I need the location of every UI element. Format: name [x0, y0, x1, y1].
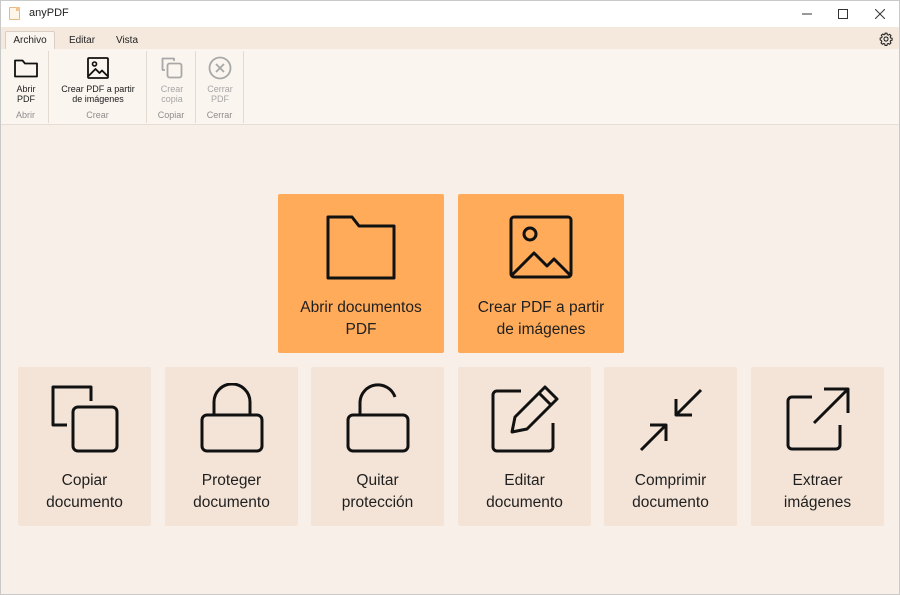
card-label-line1: Comprimir — [634, 472, 707, 489]
card-label-line1: Abrir documentos — [300, 299, 422, 316]
card-label-line1: Quitar — [356, 472, 399, 489]
card-label-line2: documento — [632, 494, 709, 511]
open-documents-card[interactable]: Abrir documentos PDF — [278, 194, 444, 353]
card-label-line2: de imágenes — [496, 321, 586, 338]
open-pdf-label-2: PDF — [16, 94, 35, 104]
unlock-icon — [346, 383, 409, 453]
tab-archivo[interactable]: Archivo — [5, 31, 55, 49]
ribbon-group-cerrar: Cerrar PDF Cerrar — [196, 51, 244, 123]
protect-document-card[interactable]: Proteger documento — [165, 367, 298, 526]
lock-icon — [200, 383, 263, 453]
copy-icon — [161, 57, 183, 79]
ribbon-group-crear: Crear PDF a partir de imágenes Crear — [49, 51, 147, 123]
ribbon-group-label: Abrir — [15, 110, 35, 120]
ribbon-group-label: Copiar — [157, 110, 185, 120]
window-title: anyPDF — [29, 7, 69, 19]
close-window-button[interactable] — [857, 1, 900, 27]
ribbon-group-label: Crear — [86, 110, 109, 120]
extract-images-card[interactable]: Extraer imágenes — [751, 367, 884, 526]
create-copy-button[interactable]: Crear copia — [152, 55, 192, 104]
close-pdf-button[interactable]: Cerrar PDF — [201, 55, 239, 104]
ribbon-group-label: Cerrar — [206, 110, 233, 120]
remove-protection-card[interactable]: Quitar protección — [311, 367, 444, 526]
close-icon — [875, 9, 885, 19]
folder-icon — [326, 215, 396, 280]
app-logo-icon — [9, 7, 20, 20]
create-copy-label-1: Crear — [160, 84, 184, 94]
title-bar[interactable]: anyPDF — [1, 1, 899, 27]
app-window: anyPDF Archivo Editar Vista Abrir PDF Ab… — [0, 0, 900, 595]
card-label-line1: Crear PDF a partir — [477, 299, 605, 316]
image-icon — [509, 215, 573, 279]
close-pdf-label-2: PDF — [210, 94, 229, 104]
folder-icon — [14, 59, 38, 78]
create-pdf-label-2: de imágenes — [72, 94, 124, 104]
ribbon-tabs: Archivo Editar Vista — [1, 27, 899, 49]
create-pdf-from-images-card[interactable]: Crear PDF a partir de imágenes — [458, 194, 624, 353]
maximize-icon — [838, 9, 848, 19]
create-copy-label-2: copia — [161, 94, 183, 104]
image-icon — [87, 57, 109, 79]
minimize-icon — [802, 13, 812, 15]
card-label-line1: Proteger — [201, 472, 262, 489]
settings-button[interactable] — [878, 31, 894, 47]
create-pdf-from-images-button[interactable]: Crear PDF a partir de imágenes — [53, 55, 143, 104]
card-label-line1: Copiar — [61, 472, 108, 489]
tab-vista[interactable]: Vista — [107, 31, 147, 49]
open-pdf-label-1: Abrir — [16, 84, 36, 94]
ribbon-group-copiar: Crear copia Copiar — [147, 51, 196, 123]
tab-editar[interactable]: Editar — [61, 31, 103, 49]
compress-document-card[interactable]: Comprimir documento — [604, 367, 737, 526]
card-label-line1: Extraer — [792, 472, 843, 489]
ribbon-toolbar: Abrir PDF Abrir Crear PDF a partir de im… — [1, 49, 899, 125]
gear-icon — [879, 32, 893, 46]
card-label-line2: PDF — [345, 321, 377, 338]
card-label-line2: documento — [46, 494, 123, 511]
card-label-line2: documento — [193, 494, 270, 511]
copy-document-card[interactable]: Copiar documento — [18, 367, 151, 526]
create-pdf-label-1: Crear PDF a partir — [61, 84, 135, 94]
card-label-line2: protección — [341, 494, 414, 511]
external-link-icon — [786, 387, 849, 451]
edit-document-card[interactable]: Editar documento — [458, 367, 591, 526]
close-pdf-label-1: Cerrar — [207, 84, 233, 94]
card-label-line2: documento — [486, 494, 563, 511]
ribbon-group-abrir: Abrir PDF Abrir — [3, 51, 49, 123]
open-pdf-button[interactable]: Abrir PDF — [7, 55, 45, 104]
card-label-line2: imágenes — [783, 494, 852, 511]
compress-icon — [639, 388, 702, 452]
card-label-line1: Editar — [504, 472, 545, 489]
edit-icon — [491, 385, 558, 453]
copy-icon — [51, 385, 118, 453]
close-circle-icon — [208, 56, 232, 80]
